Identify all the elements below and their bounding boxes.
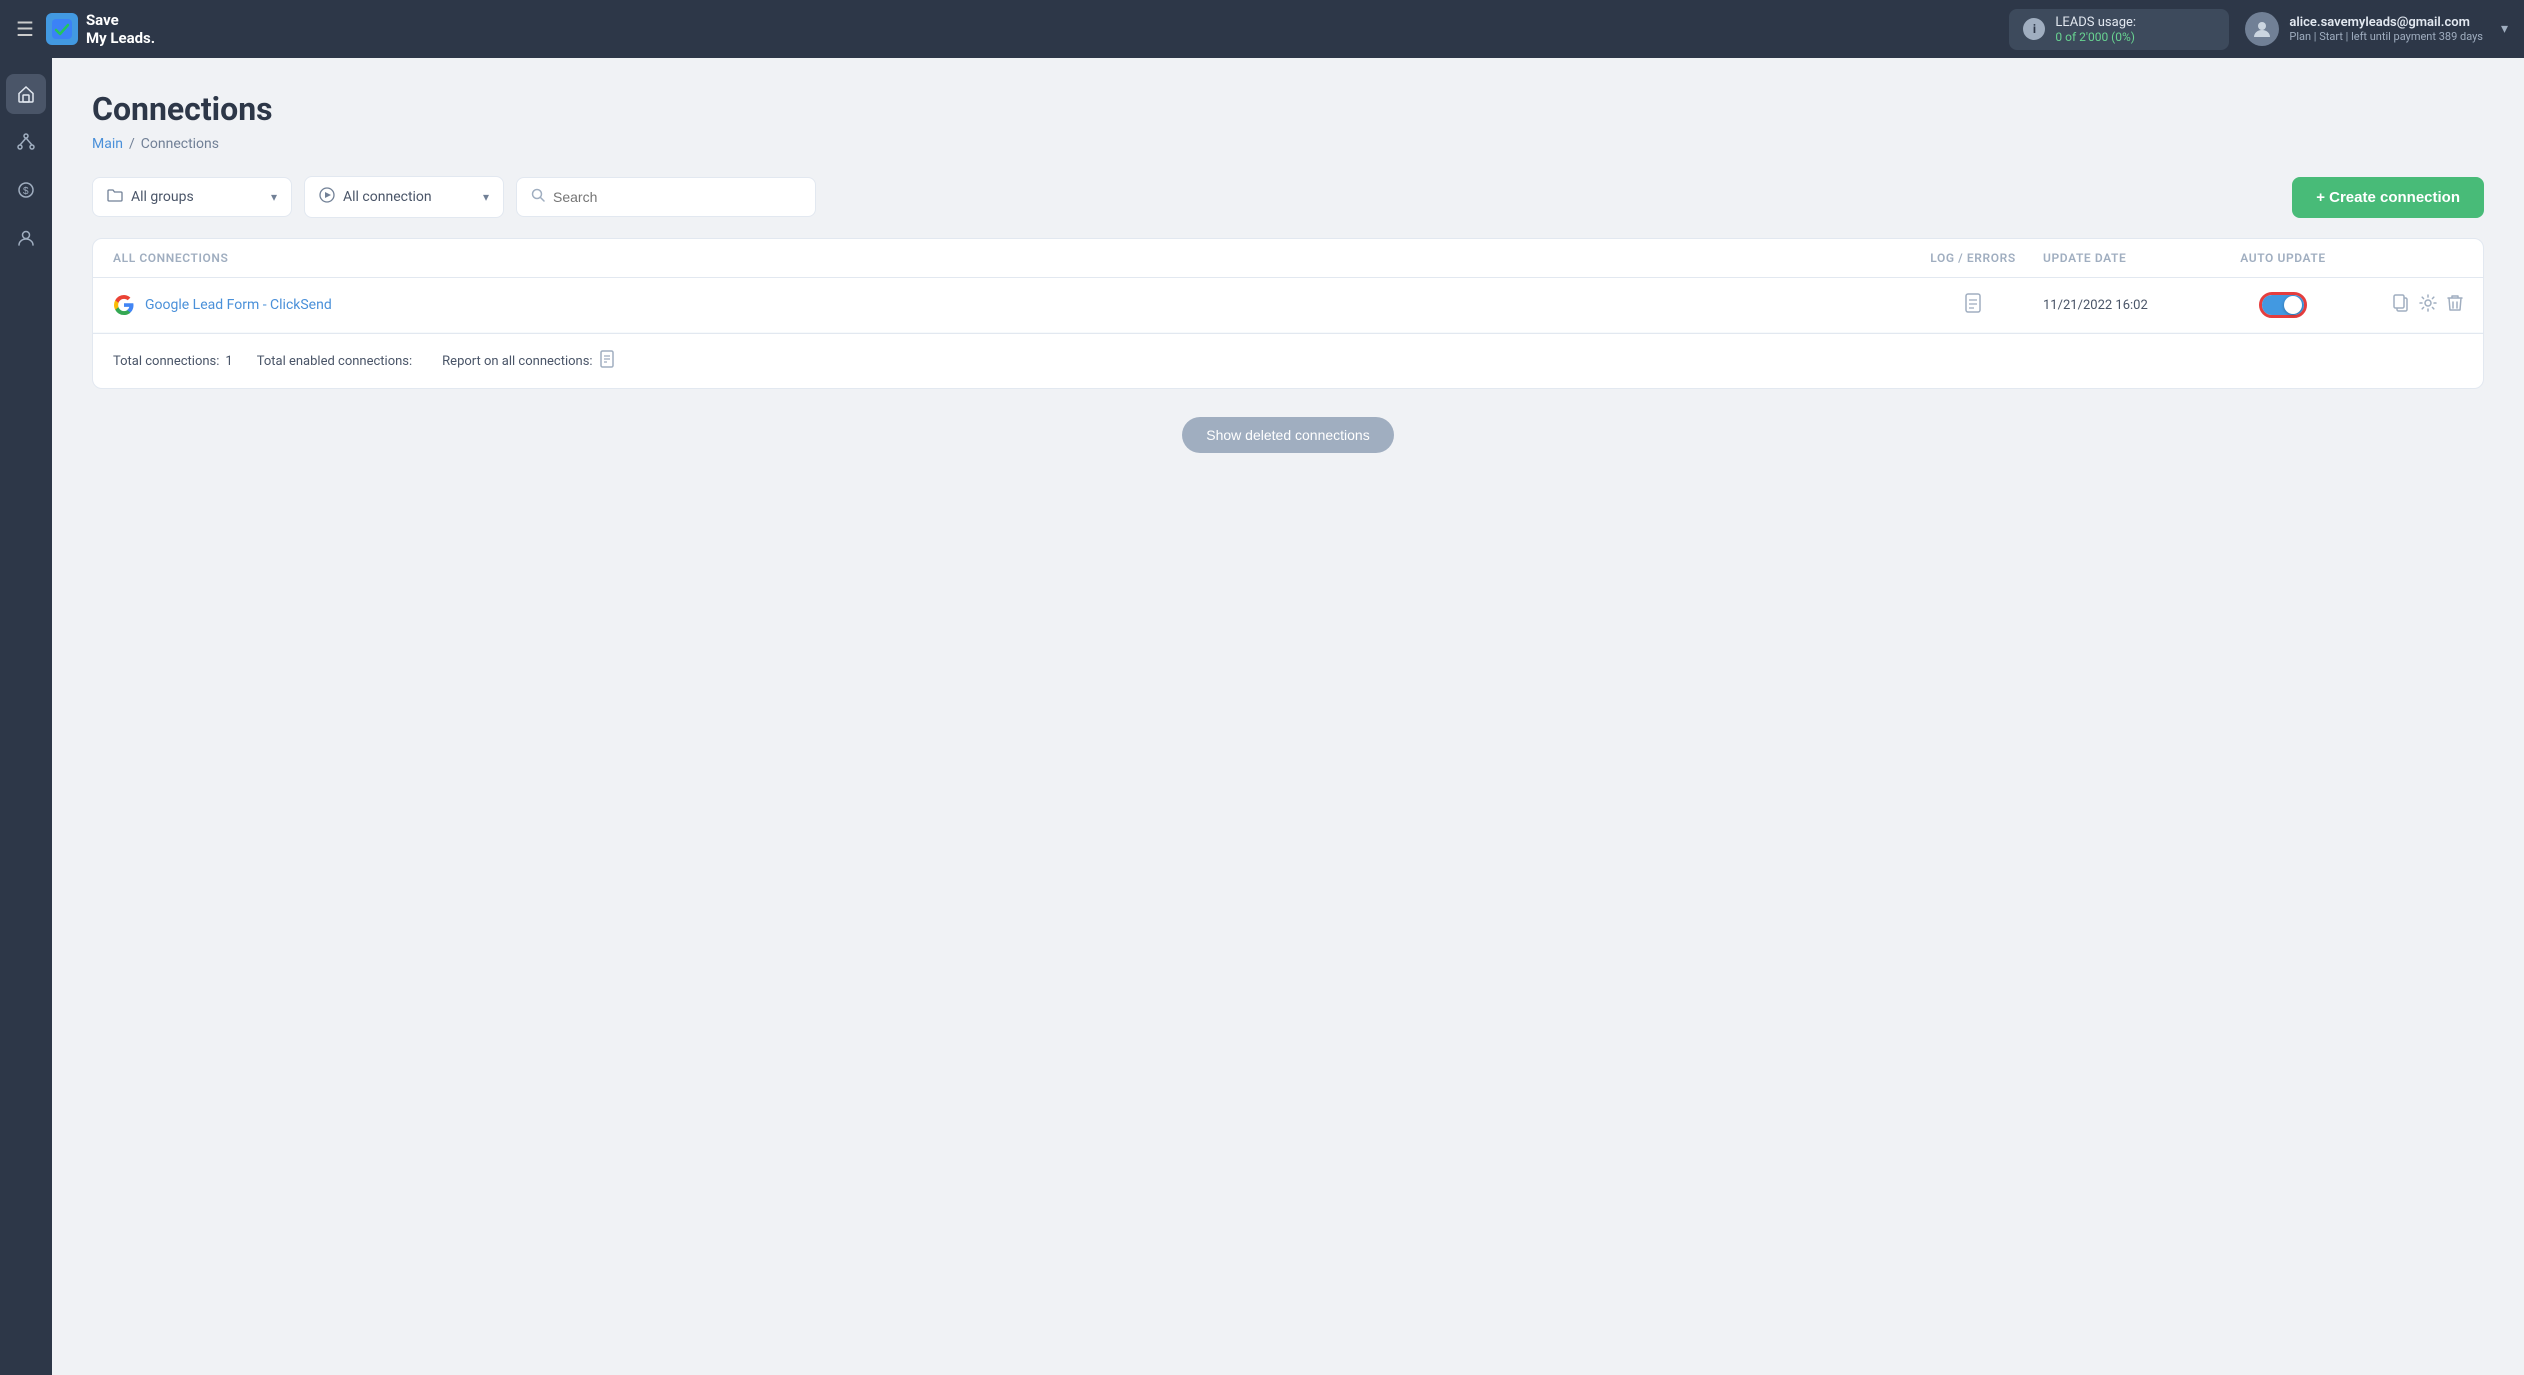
update-date-cell: 11/21/2022 16:02 — [2043, 298, 2203, 313]
sidebar-item-home[interactable] — [6, 74, 46, 114]
create-connection-button[interactable]: + Create connection — [2292, 177, 2484, 218]
log-errors-cell[interactable] — [1903, 293, 2043, 318]
sidebar-item-profile[interactable] — [6, 218, 46, 258]
breadcrumb: Main / Connections — [92, 136, 2484, 152]
sidebar-item-connections[interactable] — [6, 122, 46, 162]
auto-update-toggle[interactable] — [2259, 292, 2307, 318]
show-deleted-button[interactable]: Show deleted connections — [1182, 417, 1393, 453]
main-content: Connections Main / Connections All group… — [52, 58, 2524, 1375]
leads-usage-info: LEADS usage: 0 of 2'000 (0%) — [2055, 15, 2136, 44]
settings-icon[interactable] — [2419, 294, 2437, 316]
topnav: ☰ Save My Leads. i LEADS usage: 0 of 2'0… — [0, 0, 2524, 58]
search-icon — [531, 188, 545, 206]
user-menu[interactable]: alice.savemyleads@gmail.com Plan | Start… — [2245, 12, 2508, 46]
connection-dropdown[interactable]: All connection ▾ — [304, 176, 504, 218]
connection-name[interactable]: Google Lead Form - ClickSend — [113, 294, 1903, 316]
table-row: Google Lead Form - ClickSend 11/21/2022 … — [93, 278, 2483, 333]
google-icon — [113, 294, 135, 316]
play-circle-icon — [319, 187, 335, 207]
delete-icon[interactable] — [2447, 294, 2463, 316]
logo: Save My Leads. — [46, 11, 1028, 47]
show-deleted-row: Show deleted connections — [92, 417, 2484, 453]
search-input[interactable] — [553, 189, 801, 205]
total-enabled-connections: Total enabled connections: — [257, 354, 418, 369]
auto-update-cell[interactable] — [2203, 292, 2363, 318]
logo-text: Save My Leads. — [86, 11, 155, 47]
page-title: Connections — [92, 90, 2484, 128]
log-icon[interactable] — [1964, 293, 1982, 318]
logo-icon — [46, 13, 78, 45]
sidebar: $ — [0, 58, 52, 1375]
user-info: alice.savemyleads@gmail.com Plan | Start… — [2289, 15, 2483, 43]
report-all-connections[interactable]: Report on all connections: — [442, 350, 614, 372]
chevron-down-icon: ▾ — [483, 190, 489, 204]
chevron-down-icon[interactable]: ▾ — [2501, 21, 2508, 37]
folder-icon — [107, 188, 123, 206]
leads-usage-widget: i LEADS usage: 0 of 2'000 (0%) — [2009, 9, 2229, 50]
table-footer: Total connections: 1 Total enabled conne… — [93, 333, 2483, 388]
hamburger-icon[interactable]: ☰ — [16, 17, 34, 41]
table-header: ALL CONNECTIONS LOG / ERRORS UPDATE DATE… — [93, 239, 2483, 278]
search-box[interactable] — [516, 177, 816, 217]
action-icons — [2363, 294, 2463, 316]
breadcrumb-main[interactable]: Main — [92, 136, 123, 152]
svg-text:$: $ — [23, 186, 29, 197]
avatar — [2245, 12, 2279, 46]
copy-icon[interactable] — [2393, 294, 2409, 316]
report-icon[interactable] — [599, 350, 615, 372]
connections-table: ALL CONNECTIONS LOG / ERRORS UPDATE DATE… — [92, 238, 2484, 389]
info-icon: i — [2023, 18, 2045, 40]
sidebar-item-billing[interactable]: $ — [6, 170, 46, 210]
groups-dropdown[interactable]: All groups ▾ — [92, 177, 292, 217]
filters-row: All groups ▾ All connection ▾ + Create c… — [92, 176, 2484, 218]
chevron-down-icon: ▾ — [271, 190, 277, 204]
total-connections: Total connections: 1 — [113, 354, 233, 369]
